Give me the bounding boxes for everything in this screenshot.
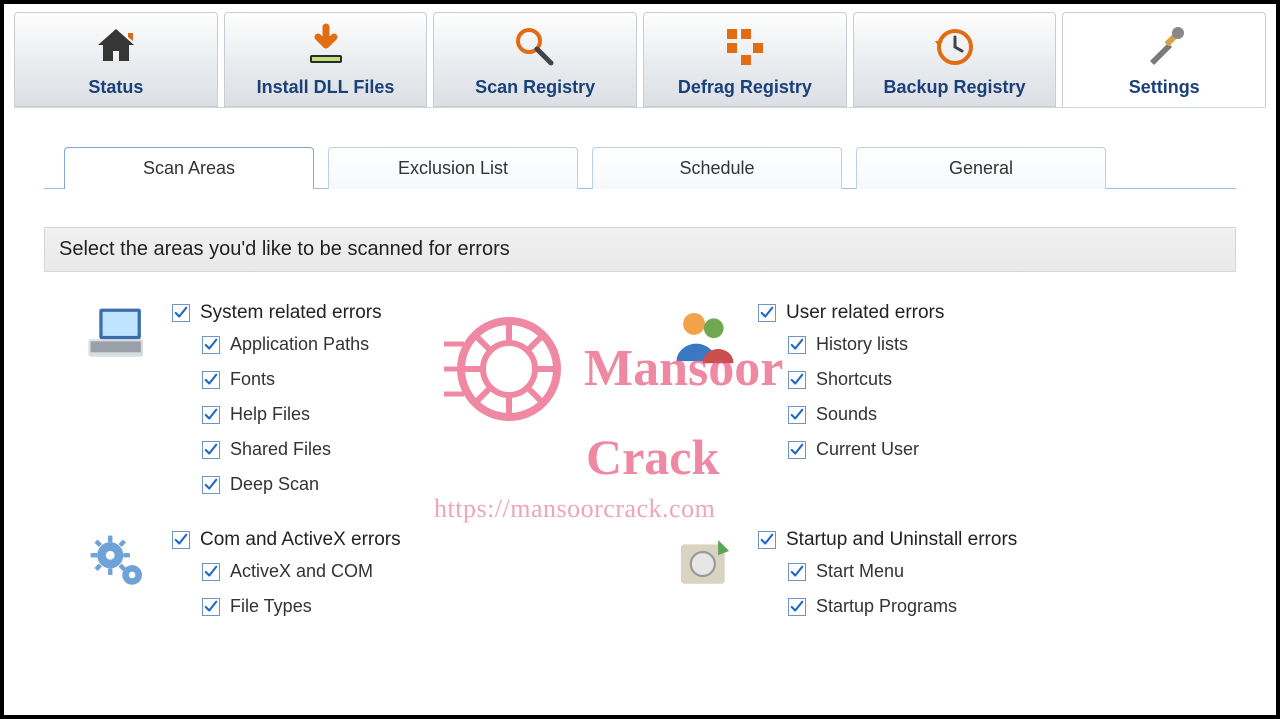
tab-exclusion-list[interactable]: Exclusion List: [328, 147, 578, 189]
topnav-scan-registry[interactable]: Scan Registry: [433, 12, 637, 107]
item-label: ActiveX and COM: [230, 561, 373, 582]
topnav-label: Defrag Registry: [678, 77, 812, 98]
topnav-settings[interactable]: Settings: [1062, 12, 1266, 107]
home-icon: [92, 23, 140, 71]
group-startup-uninstall-errors: Startup and Uninstall errors Start Menu …: [670, 529, 1216, 617]
topnav-defrag-registry[interactable]: Defrag Registry: [643, 12, 847, 107]
users-icon: [670, 302, 740, 372]
checkbox-start-menu[interactable]: [788, 563, 806, 581]
checkbox-history-lists[interactable]: [788, 336, 806, 354]
group-system-errors: System related errors Application Paths …: [84, 302, 630, 495]
tab-schedule[interactable]: Schedule: [592, 147, 842, 189]
group-user-errors: User related errors History lists Shortc…: [670, 302, 1216, 495]
group-com-activex-errors: Com and ActiveX errors ActiveX and COM F…: [84, 529, 630, 617]
item-label: Application Paths: [230, 334, 369, 355]
checkbox-user-errors[interactable]: [758, 304, 776, 322]
group-title: Com and ActiveX errors: [200, 529, 401, 551]
settings-subtabs: Scan Areas Exclusion List Schedule Gener…: [44, 146, 1236, 189]
topnav-label: Settings: [1129, 77, 1200, 98]
checkbox-startup-uninstall-errors[interactable]: [758, 531, 776, 549]
topnav-label: Backup Registry: [883, 77, 1025, 98]
backup-clock-icon: [931, 23, 979, 71]
item-label: Help Files: [230, 404, 310, 425]
group-title: Startup and Uninstall errors: [786, 529, 1017, 551]
startup-box-icon: [670, 529, 740, 599]
defrag-blocks-icon: [721, 23, 769, 71]
checkbox-com-activex-errors[interactable]: [172, 531, 190, 549]
group-title: User related errors: [786, 302, 944, 324]
item-label: File Types: [230, 596, 312, 617]
tools-icon: [1140, 23, 1188, 71]
topnav-install-dll[interactable]: Install DLL Files: [224, 12, 428, 107]
checkbox-current-user[interactable]: [788, 441, 806, 459]
item-label: Startup Programs: [816, 596, 957, 617]
item-label: Deep Scan: [230, 474, 319, 495]
checkbox-activex-and-com[interactable]: [202, 563, 220, 581]
topnav-backup-registry[interactable]: Backup Registry: [853, 12, 1057, 107]
item-label: Shortcuts: [816, 369, 892, 390]
scan-areas-description: Select the areas you'd like to be scanne…: [44, 227, 1236, 272]
checkbox-system-errors[interactable]: [172, 304, 190, 322]
checkbox-sounds[interactable]: [788, 406, 806, 424]
checkbox-shortcuts[interactable]: [788, 371, 806, 389]
checkbox-fonts[interactable]: [202, 371, 220, 389]
item-label: History lists: [816, 334, 908, 355]
group-title: System related errors: [200, 302, 382, 324]
topnav-label: Status: [88, 77, 143, 98]
checkbox-deep-scan[interactable]: [202, 476, 220, 494]
checkbox-help-files[interactable]: [202, 406, 220, 424]
topnav-label: Install DLL Files: [257, 77, 395, 98]
main-top-nav: Status Install DLL Files Scan Registry: [14, 12, 1266, 108]
item-label: Sounds: [816, 404, 877, 425]
scan-areas-grid: System related errors Application Paths …: [84, 302, 1216, 617]
item-label: Fonts: [230, 369, 275, 390]
item-label: Shared Files: [230, 439, 331, 460]
gears-icon: [84, 529, 154, 599]
checkbox-startup-programs[interactable]: [788, 598, 806, 616]
checkbox-application-paths[interactable]: [202, 336, 220, 354]
topnav-label: Scan Registry: [475, 77, 595, 98]
tab-scan-areas[interactable]: Scan Areas: [64, 147, 314, 189]
checkbox-shared-files[interactable]: [202, 441, 220, 459]
tab-general[interactable]: General: [856, 147, 1106, 189]
magnifier-icon: [511, 23, 559, 71]
system-computer-icon: [84, 302, 154, 372]
topnav-status[interactable]: Status: [14, 12, 218, 107]
download-tray-icon: [302, 23, 350, 71]
item-label: Start Menu: [816, 561, 904, 582]
item-label: Current User: [816, 439, 919, 460]
checkbox-file-types[interactable]: [202, 598, 220, 616]
